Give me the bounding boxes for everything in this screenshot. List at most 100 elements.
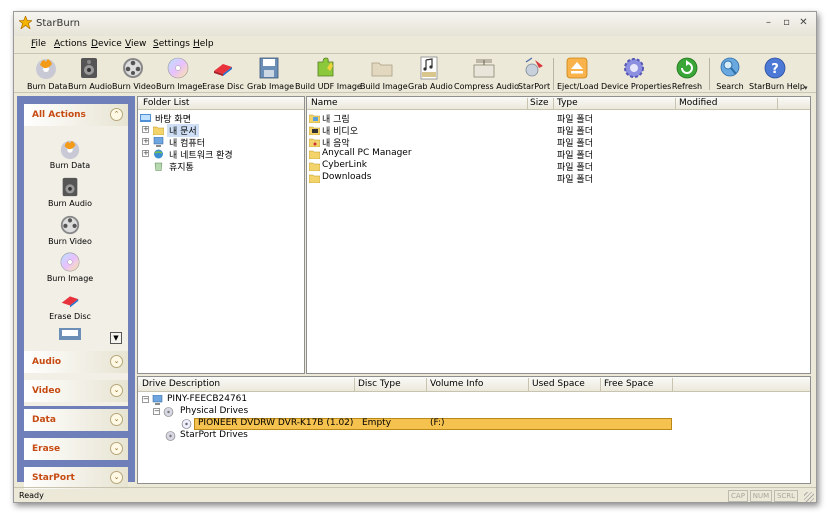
disc-icon [60,252,80,272]
collapse-minus-icon[interactable]: − [142,396,149,403]
video-folder-icon [309,126,320,135]
column-size[interactable]: Size [530,98,548,108]
column-volume-info[interactable]: Volume Info [430,379,483,389]
minimize-button[interactable]: – [762,17,775,29]
toolbar-grab-image-button[interactable]: Grab Image [247,55,294,93]
tree-item-network[interactable]: + 내 네트워크 환경 [140,148,300,161]
toolbar-starport-button[interactable]: StarPort [516,55,552,93]
tree-item-recycle-bin[interactable]: 휴지통 [140,160,300,173]
optical-drive-icon [181,419,192,429]
toolbar-separator [553,58,554,90]
data-group-header[interactable]: Data ⌄ [24,409,128,431]
close-button[interactable]: ✕ [797,17,810,29]
title-bar[interactable]: StarBurn – ▫ ✕ [14,12,816,36]
column-separator[interactable] [777,98,778,109]
menu-actions[interactable]: Actions [54,39,87,49]
drives-pane: Drive Description Disc Type Volume Info … [137,376,811,484]
expand-plus-icon[interactable]: + [142,126,149,133]
column-free-space[interactable]: Free Space [604,379,653,389]
tree-item-physical-drives[interactable]: − Physical Drives [153,406,373,418]
expand-plus-icon[interactable]: + [142,138,149,145]
action-burn-audio[interactable]: Burn Audio [24,175,116,212]
scroll-lock-indicator: SCRL [774,490,798,502]
toolbar-device-properties-button[interactable]: Device Properties [601,55,671,93]
expand-chevron-icon[interactable]: ⌄ [110,384,123,397]
toolbar-erase-disc-button[interactable]: Erase Disc [202,55,244,93]
expand-chevron-icon[interactable]: ⌄ [110,471,123,484]
menu-settings[interactable]: Settings [153,39,190,49]
toolbar-burn-video-button[interactable]: Burn Video [112,55,156,93]
collapse-chevron-icon[interactable]: ⌃ [110,108,123,121]
audio-group-header[interactable]: Audio ⌄ [24,351,128,373]
expand-chevron-icon[interactable]: ⌄ [110,355,123,368]
toolbar-eject-load-button[interactable]: Eject/Load [557,55,599,93]
eraser-icon [214,64,232,76]
folder-icon [309,162,320,171]
video-group-header[interactable]: Video ⌄ [24,380,128,402]
speaker-icon [81,58,97,78]
column-disc-type[interactable]: Disc Type [358,379,401,389]
action-erase-disc[interactable]: Erase Disc [24,288,116,325]
column-name[interactable]: Name [311,98,338,108]
file-row[interactable]: CyberLink 파일 폴더 [309,160,809,173]
resize-grip-icon[interactable] [804,492,814,502]
toolbar-burn-data-button[interactable]: Burn Data [27,55,67,93]
file-row[interactable]: 내 그림 파일 폴더 [309,112,809,125]
help-icon: ? [764,57,786,79]
action-burn-data[interactable]: Burn Data [24,137,116,174]
column-modified[interactable]: Modified [679,98,717,108]
tree-item-my-computer[interactable]: + 내 컴퓨터 [140,136,300,149]
expand-chevron-icon[interactable]: ⌄ [110,442,123,455]
file-row[interactable]: Anycall PC Manager 파일 폴더 [309,148,809,161]
toolbar-refresh-button[interactable]: Refresh [669,55,705,93]
collapse-minus-icon[interactable]: − [153,408,160,415]
menu-file[interactable]: File [31,39,46,49]
maximize-button[interactable]: ▫ [780,17,793,29]
folder-list-header: Folder List [138,97,304,110]
toolbar-starburn-help-button[interactable]: ? StarBurn Help [749,55,805,93]
tree-item-desktop[interactable]: 바탕 화면 [140,112,300,125]
column-separator[interactable] [527,98,528,109]
scroll-down-button[interactable]: ▼ [110,332,122,344]
toolbar-burn-audio-button[interactable]: Burn Audio [68,55,112,93]
column-type[interactable]: Type [557,98,578,108]
tree-item-starport-drives[interactable]: StarPort Drives [165,430,385,442]
action-burn-video[interactable]: Burn Video [24,213,116,250]
expand-plus-icon[interactable]: + [142,150,149,157]
toolbar-build-udf-image-button[interactable]: Build UDF Image [295,55,362,93]
column-separator[interactable] [675,98,676,109]
all-actions-header[interactable]: All Actions ⌃ [24,104,128,126]
action-burn-image[interactable]: Burn Image [24,250,116,287]
menu-help[interactable]: Help [193,39,214,49]
burn-data-icon [60,140,80,160]
column-separator[interactable] [553,98,554,109]
toolbar-search-button[interactable]: Search [713,55,747,93]
eraser-icon [61,296,79,308]
recycle-bin-icon [154,162,163,171]
column-separator[interactable] [528,378,529,391]
toolbar-grab-audio-button[interactable]: Grab Audio [408,55,453,93]
file-row[interactable]: 내 비디오 파일 폴더 [309,124,809,137]
toolbar-overflow-chevron-icon[interactable]: ▾ [804,84,808,92]
erase-group-header[interactable]: Erase ⌄ [24,438,128,460]
menu-view[interactable]: View [125,39,146,49]
expand-chevron-icon[interactable]: ⌄ [110,413,123,426]
column-separator[interactable] [426,378,427,391]
tree-item-computer[interactable]: − PINY-FEECB24761 [142,394,362,406]
toolbar-burn-image-button[interactable]: Burn Image [156,55,202,93]
file-row[interactable]: Downloads 파일 폴더 [309,172,809,185]
starport-group-header[interactable]: StarPort ⌄ [24,467,128,489]
tree-item-my-documents[interactable]: + 내 문서 [140,124,300,137]
column-separator[interactable] [354,378,355,391]
column-separator[interactable] [600,378,601,391]
toolbar-compress-audio-button[interactable]: Compress Audio [454,55,519,93]
film-reel-icon [123,58,143,78]
drive-row-pioneer[interactable]: PIONEER DVDRW DVR-K17B (1.02) Empty (F:) [165,418,673,430]
column-drive-description[interactable]: Drive Description [142,379,220,389]
column-separator[interactable] [672,378,673,391]
menu-device[interactable]: Device [91,39,122,49]
column-used-space[interactable]: Used Space [532,379,585,389]
film-reel-icon [60,215,80,235]
toolbar-build-image-button[interactable]: Build Image [360,55,408,93]
file-row[interactable]: 내 음악 파일 폴더 [309,136,809,149]
